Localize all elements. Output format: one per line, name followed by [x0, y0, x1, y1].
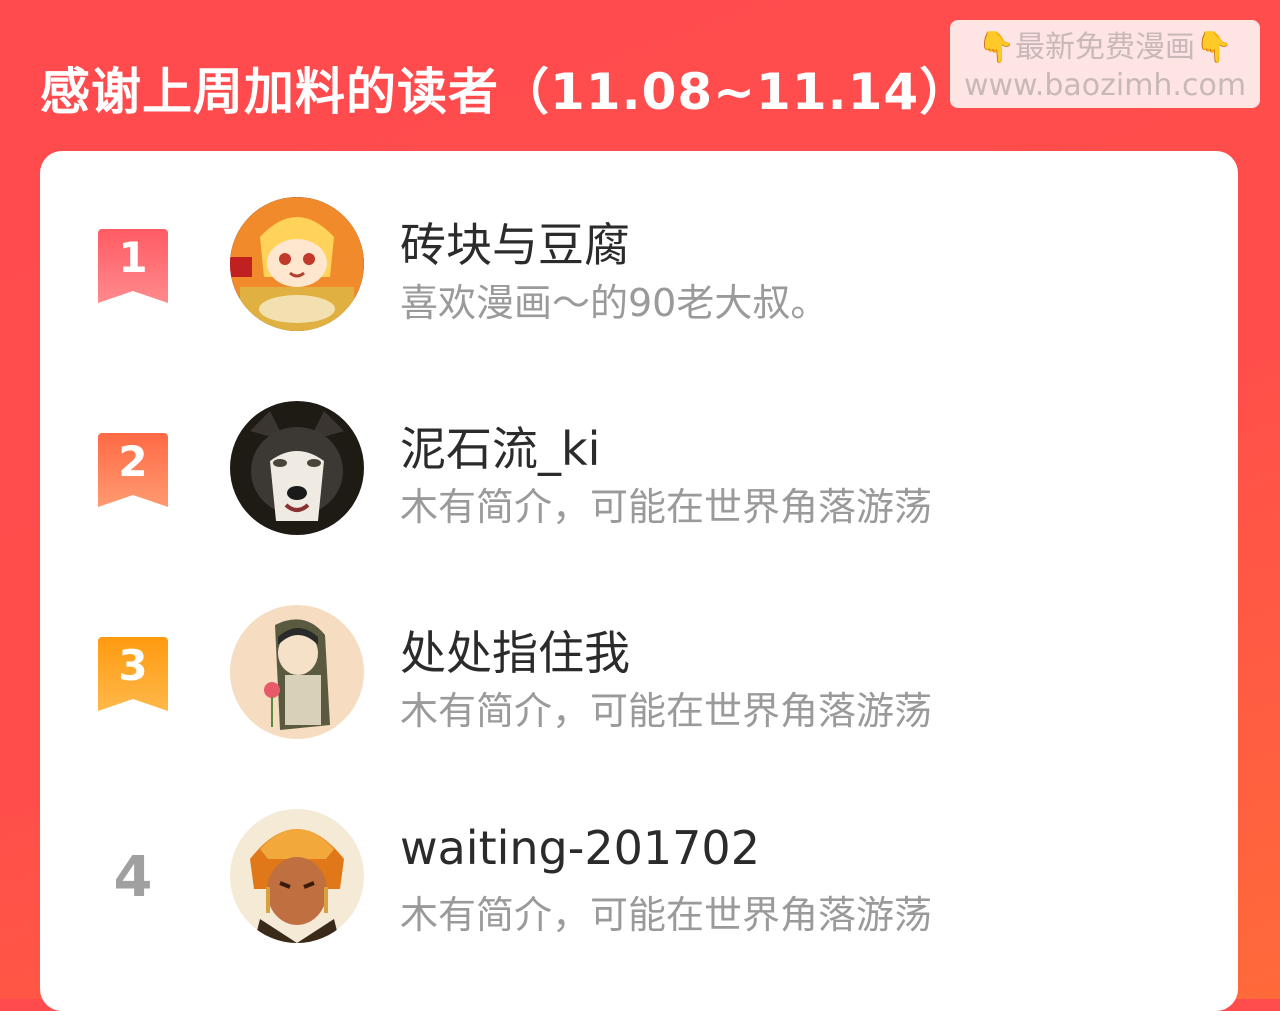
reader-name: 砖块与豆腐: [400, 218, 630, 272]
reader-name: 处处指住我: [400, 626, 630, 680]
rank-number: 2: [118, 437, 148, 486]
rank-badge: 1: [98, 229, 168, 303]
reader-name: waiting-201702: [400, 821, 760, 875]
reader-bio: 木有简介，可能在世界角落游荡: [400, 893, 933, 937]
page-title: 感谢上周加料的读者（11.08~11.14）: [40, 63, 971, 121]
rank-badge: 2: [98, 433, 168, 507]
reader-bio: 木有简介，可能在世界角落游荡: [400, 689, 933, 733]
list-item[interactable]: 4 waiting-201702 木有简介，可能在世界角落游荡: [40, 801, 1238, 951]
anime-girl-avatar[interactable]: [230, 197, 364, 331]
fire-character-avatar[interactable]: [230, 809, 364, 943]
husky-dog-avatar[interactable]: [230, 401, 364, 535]
watermark-text: 最新免费漫画: [1015, 30, 1195, 65]
reader-name: 泥石流_ki: [400, 422, 601, 476]
rank-number: 3: [118, 641, 148, 690]
pointing-down-icon: 👇: [977, 30, 1015, 65]
readers-card: 1 砖块与豆腐 喜欢漫画～的90老大叔。 2 泥石流_ki 木有简介，可能在世界…: [40, 151, 1238, 1011]
list-item[interactable]: 2 泥石流_ki 木有简介，可能在世界角落游荡: [40, 393, 1238, 543]
watermark-url: www.baozimh.com: [963, 68, 1247, 103]
reader-bio: 木有简介，可能在世界角落游荡: [400, 485, 933, 529]
rank-number: 1: [118, 233, 148, 282]
list-item[interactable]: 3 处处指住我 木有简介，可能在世界角落游荡: [40, 597, 1238, 747]
watermark-banner: 👇最新免费漫画👇 www.baozimh.com: [950, 20, 1260, 108]
rank-badge: 3: [98, 637, 168, 711]
watermark-line1: 👇最新免费漫画👇: [950, 28, 1260, 68]
hooded-boy-avatar[interactable]: [230, 605, 364, 739]
reader-bio: 喜欢漫画～的90老大叔。: [400, 281, 829, 325]
rank-number: 4: [113, 845, 153, 910]
pointing-down-icon: 👇: [1195, 30, 1233, 65]
list-item[interactable]: 1 砖块与豆腐 喜欢漫画～的90老大叔。: [40, 189, 1238, 339]
